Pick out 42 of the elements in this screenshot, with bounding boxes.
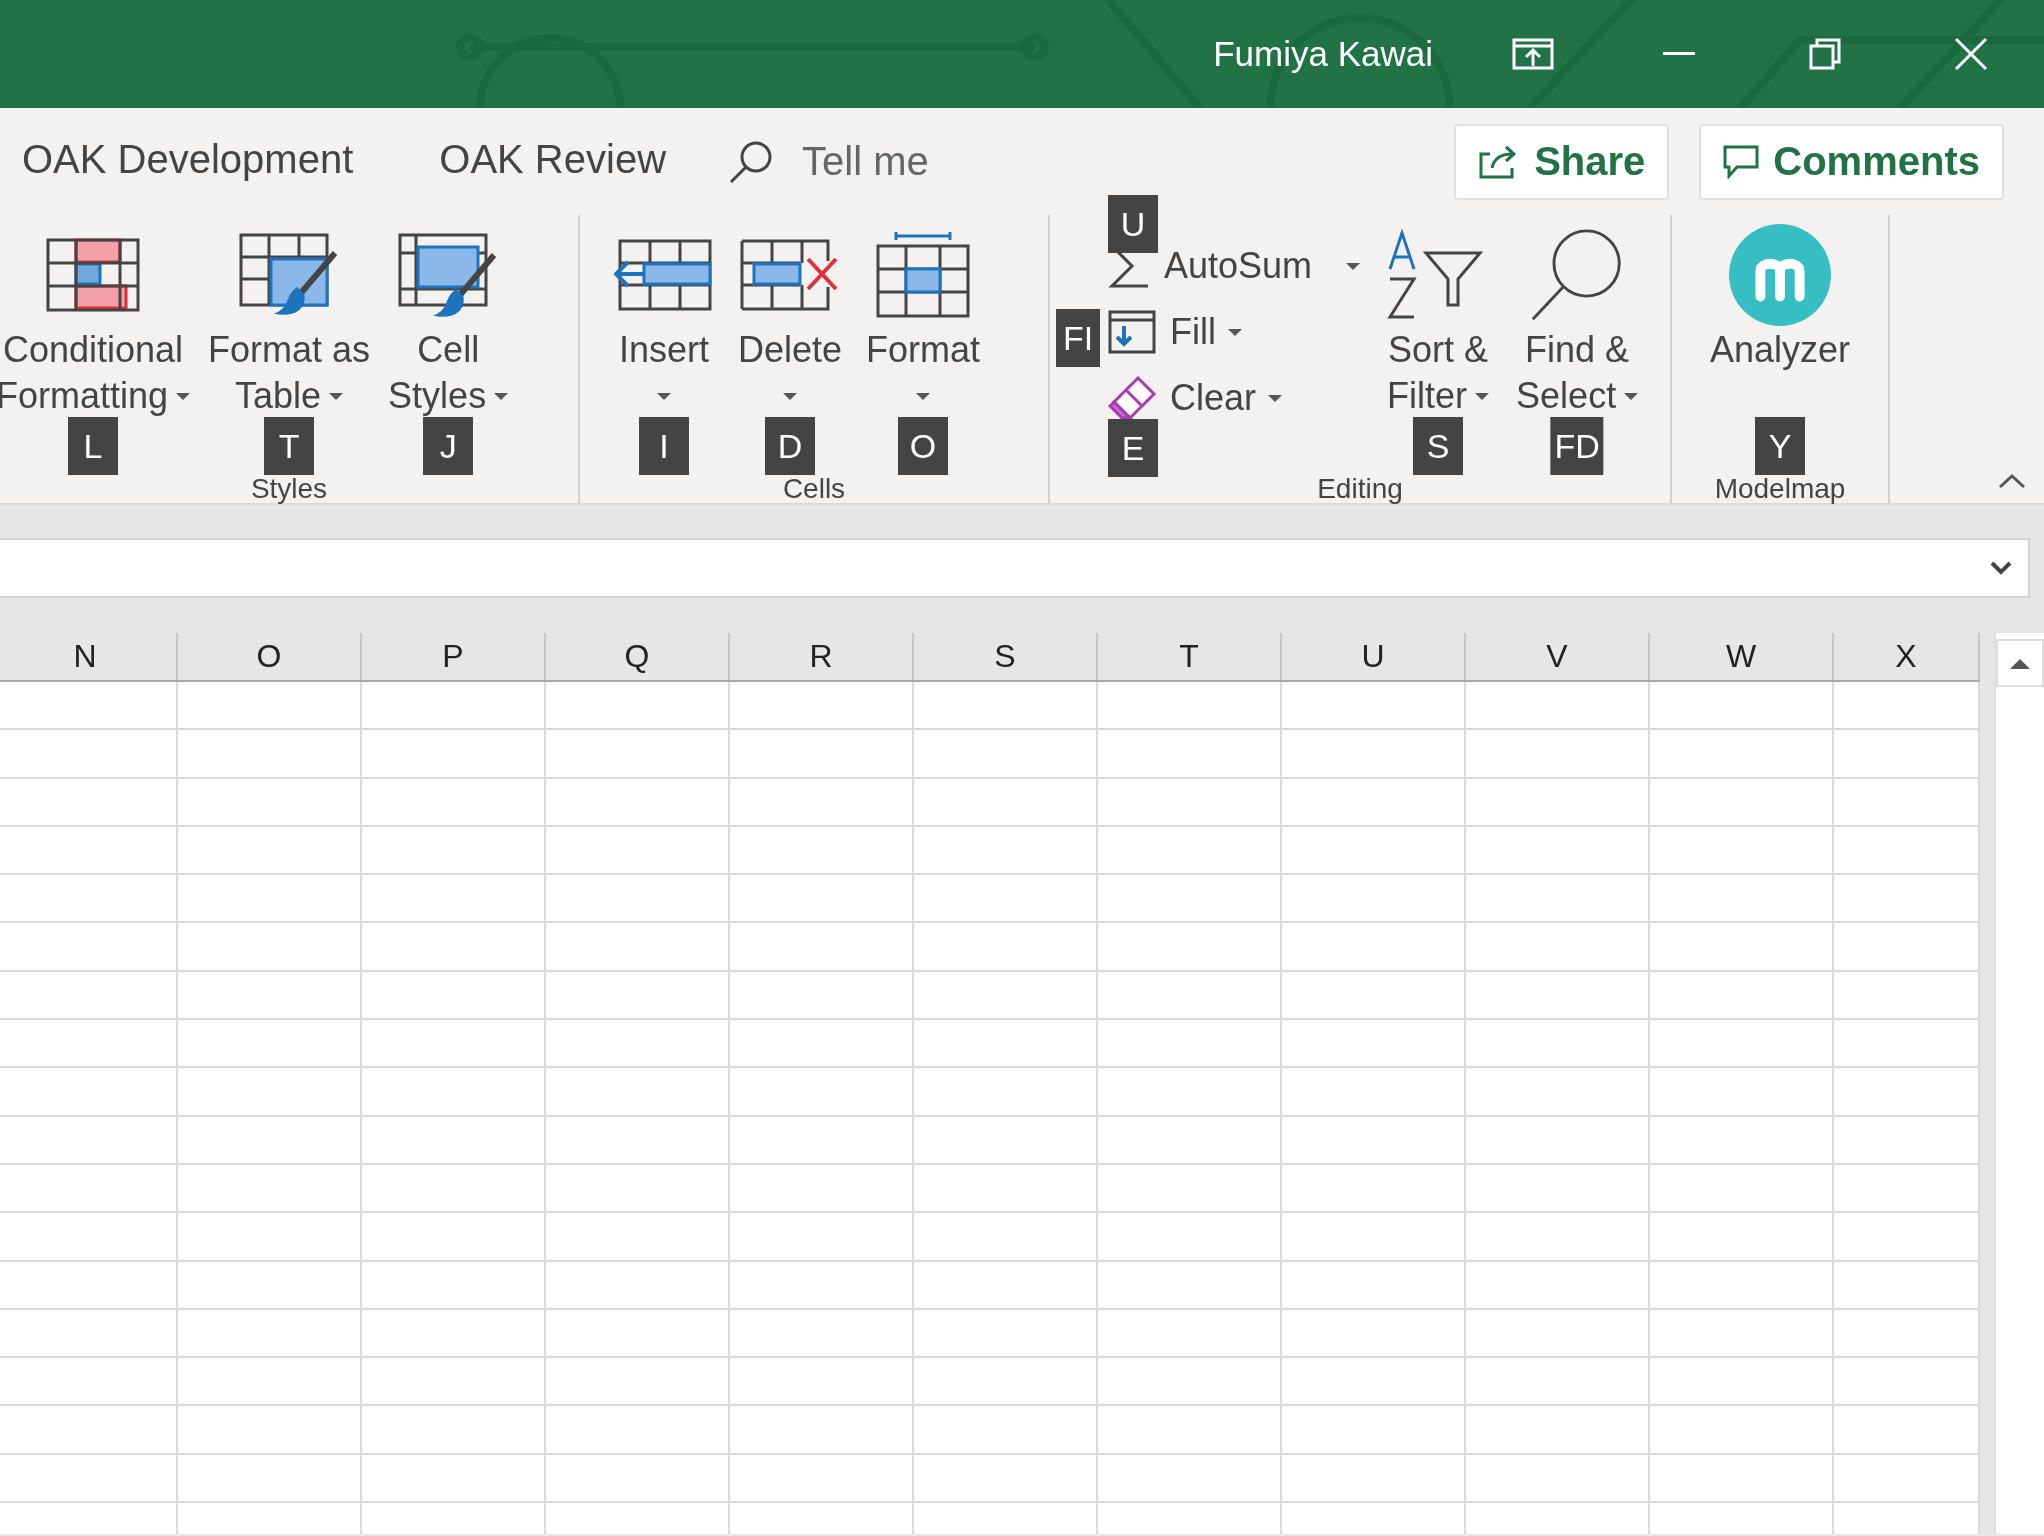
column-header[interactable]: W (1650, 633, 1834, 680)
tell-me-field[interactable]: Tell me (802, 139, 929, 184)
column-header[interactable]: N (0, 633, 178, 680)
column-header[interactable]: S (914, 633, 1098, 680)
ribbon-button[interactable]: Find & Select (1516, 223, 1639, 419)
keytip-tooltip: S (1413, 417, 1464, 475)
group-label: Modelmap (1714, 475, 1846, 503)
column-header[interactable]: P (362, 633, 546, 680)
keytip-tooltip: Y (1755, 417, 1806, 475)
user-name: Fumiya Kawai (1213, 34, 1433, 74)
group-label: Styles (250, 475, 328, 503)
column-header[interactable]: O (178, 633, 362, 680)
ribbon-button[interactable]: Analyzer (1710, 223, 1851, 373)
column-header[interactable]: T (1098, 633, 1282, 680)
ribbon-button[interactable]: Format as Table (208, 223, 371, 419)
share-button[interactable]: Share (1454, 123, 1670, 200)
ribbon-button[interactable]: Delete (738, 223, 843, 419)
comments-button[interactable]: Comments (1699, 123, 2004, 200)
column-header[interactable]: R (730, 633, 914, 680)
ribbon-button[interactable]: Insert (614, 223, 714, 419)
keytip-tooltip: I (639, 417, 689, 475)
keytip-tooltip: E (1108, 419, 1158, 477)
ribbon-button[interactable]: Cell Styles (388, 223, 509, 419)
keytip-tooltip: T (264, 417, 315, 475)
keytip-tooltip: O (898, 417, 949, 475)
ribbon-tab[interactable]: OAK Development (0, 126, 376, 197)
ribbon-button[interactable]: Sort & Filter (1386, 223, 1491, 419)
keytip-tooltip: D (765, 417, 816, 475)
column-header[interactable]: V (1466, 633, 1650, 680)
keytip-tooltip: U (1108, 195, 1158, 253)
keytip-tooltip: J (423, 417, 474, 475)
column-header[interactable]: U (1282, 633, 1466, 680)
keytip-tooltip: L (68, 417, 119, 475)
column-header[interactable]: Q (546, 633, 730, 680)
ribbon-button[interactable]: Format (866, 223, 981, 419)
keytip-tooltip: FD (1550, 417, 1604, 475)
column-header[interactable]: X (1834, 633, 1980, 680)
keytip-tooltip: FI (1056, 309, 1100, 367)
ribbon-button[interactable]: Fill (1108, 301, 1361, 363)
group-label: Cells (782, 475, 846, 503)
group-label: Editing (1317, 475, 1403, 503)
ribbon-tab[interactable]: OAK Review (417, 126, 689, 197)
